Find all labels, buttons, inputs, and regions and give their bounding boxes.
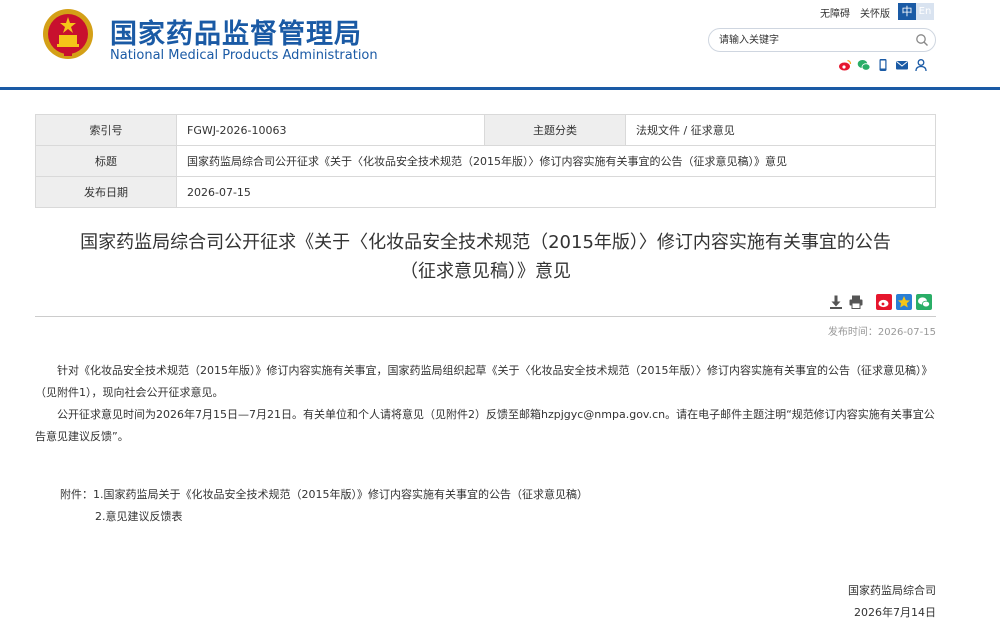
attachment-link-2[interactable]: 2.意见建议反馈表 [60,506,588,528]
table-row: 索引号 FGWJ-2026-10063 主题分类 法规文件 / 征求意见 [35,114,936,146]
title-label: 标题 [35,145,177,177]
accessibility-link[interactable]: 无障碍 [820,5,850,20]
qzone-share-icon[interactable] [896,294,912,310]
date-value: 2026-07-15 [176,176,936,208]
wechat-share-icon[interactable] [916,294,932,310]
lang-english-button[interactable]: En [916,3,934,20]
date-label: 发布日期 [35,176,177,208]
national-emblem-icon [43,9,93,59]
document-meta-table: 索引号 FGWJ-2026-10063 主题分类 法规文件 / 征求意见 标题 … [35,114,936,208]
index-value: FGWJ-2026-10063 [176,114,485,146]
user-icon[interactable] [914,58,928,72]
care-mode-link[interactable]: 关怀版 [860,5,890,20]
table-row: 标题 国家药监局综合司公开征求《关于〈化妆品安全技术规范（2015年版）〉修订内… [35,145,936,177]
download-icon[interactable] [828,294,844,310]
sign-date: 2026年7月14日 [854,606,936,619]
article-title: 国家药监局综合司公开征求《关于〈化妆品安全技术规范（2015年版）〉修订内容实施… [35,228,936,286]
paragraph: 公开征求意见时间为2026年7月15日—7月21日。有关单位和个人请将意见（见附… [35,408,935,443]
signature-block: 国家药监局综合司 2026年7月14日 [848,580,936,624]
lang-chinese-button[interactable]: 中 [898,3,916,20]
wechat-icon[interactable] [857,58,871,72]
title-divider [35,316,936,317]
article-title-line-2: （征求意见稿）》意见 [400,261,571,282]
attachments: 附件：1.国家药监局关于《化妆品安全技术规范（2015年版）》修订内容实施有关事… [60,484,588,528]
weibo-share-icon[interactable] [876,294,892,310]
print-icon[interactable] [848,294,864,310]
article-body: 针对《化妆品安全技术规范（2015年版）》修订内容实施有关事宜，国家药监局组织起… [35,360,936,448]
search-icon[interactable] [915,33,929,47]
mobile-icon[interactable] [876,58,890,72]
table-row: 发布日期 2026-07-15 [35,176,936,208]
site-header: 国家药品监督管理局 National Medical Products Admi… [0,0,1000,88]
mail-icon[interactable] [895,58,909,72]
article-title-line-1: 国家药监局综合司公开征求《关于〈化妆品安全技术规范（2015年版）〉修订内容实施… [80,232,891,253]
top-links: 无障碍 关怀版 [820,5,900,20]
index-label: 索引号 [35,114,177,146]
header-divider [0,87,1000,90]
attachment-link-1[interactable]: 附件：1.国家药监局关于《化妆品安全技术规范（2015年版）》修订内容实施有关事… [60,484,588,506]
site-title-english[interactable]: National Medical Products Administration [110,48,378,63]
site-title[interactable]: 国家药品监督管理局 [110,12,362,51]
signer: 国家药监局综合司 [848,584,936,597]
weibo-icon[interactable] [838,58,852,72]
category-value: 法规文件 / 征求意见 [625,114,936,146]
search-input[interactable] [719,32,909,48]
title-value: 国家药监局综合司公开征求《关于〈化妆品安全技术规范（2015年版）〉修订内容实施… [176,145,936,177]
publish-time: 发布时间：2026-07-15 [827,327,936,338]
search-box [708,28,936,52]
article-tools [824,294,932,310]
social-links [838,58,933,72]
category-label: 主题分类 [484,114,626,146]
paragraph: 针对《化妆品安全技术规范（2015年版）》修订内容实施有关事宜，国家药监局组织起… [35,364,933,399]
